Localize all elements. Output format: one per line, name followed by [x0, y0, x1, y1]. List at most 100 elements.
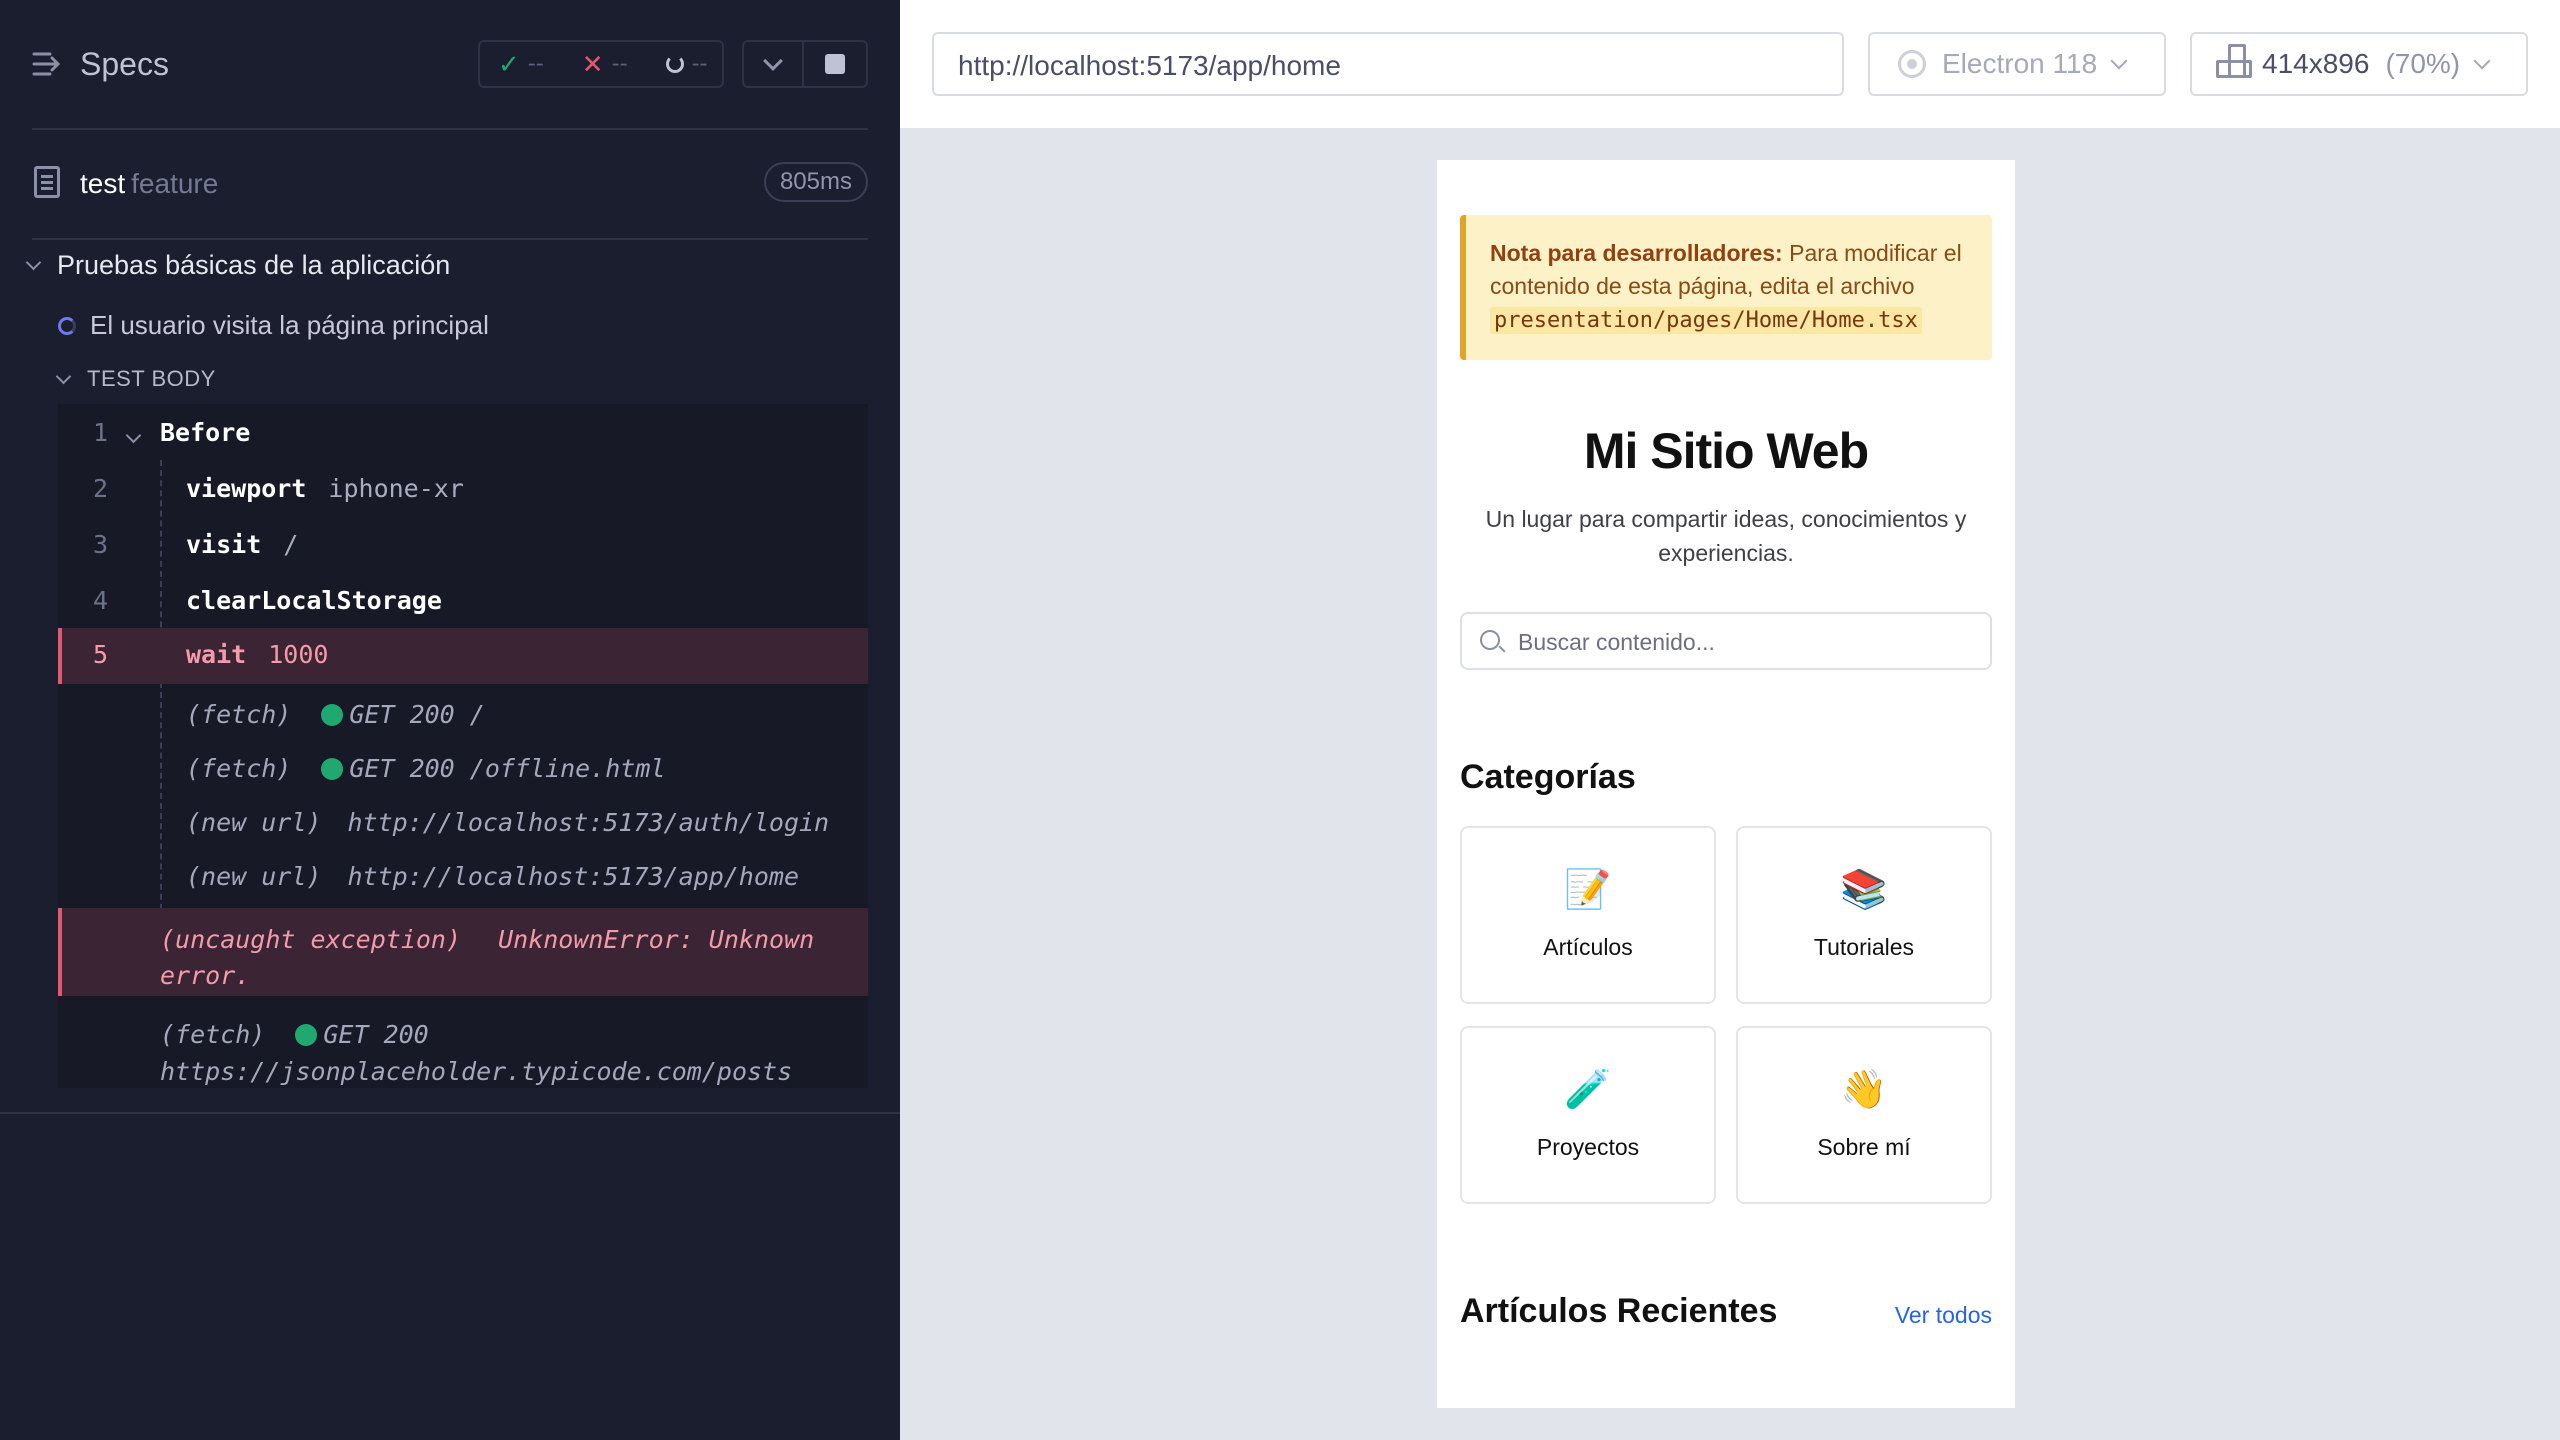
- chevron-down-icon: [763, 51, 783, 71]
- electron-icon: [1898, 50, 1926, 78]
- event-row[interactable]: (fetch) GET 200 /: [58, 700, 868, 740]
- command-row[interactable]: 1 Before: [58, 418, 868, 458]
- category-label: Artículos: [1543, 934, 1633, 960]
- viewport-selector[interactable]: 414x896 (70%): [2190, 32, 2528, 96]
- command-row[interactable]: 3 visit /: [58, 530, 868, 570]
- event-row[interactable]: (fetch) GET 200 /offline.html: [58, 754, 868, 794]
- status-dot-icon: [295, 1024, 318, 1046]
- category-label: Sobre mí: [1817, 1134, 1911, 1160]
- reporter-header: Specs ✓ -- ✕ -- --: [32, 32, 868, 96]
- category-card-proyectos[interactable]: 🧪 Proyectos: [1460, 1026, 1716, 1204]
- failed-count: --: [611, 50, 628, 77]
- stop-button[interactable]: [804, 40, 868, 88]
- recent-articles-heading: Artículos Recientes: [1460, 1292, 1778, 1330]
- x-icon: ✕: [581, 48, 604, 79]
- event-kind: (new url): [186, 808, 322, 837]
- command-row-active[interactable]: 5 wait 1000: [58, 628, 868, 684]
- command-number: 3: [92, 530, 108, 559]
- command-name: wait: [186, 640, 247, 669]
- collapse-button[interactable]: [742, 40, 804, 88]
- see-all-link[interactable]: Ver todos: [1895, 1302, 1992, 1329]
- event-url: https://jsonplaceholder.typicode.com/pos…: [160, 1057, 793, 1086]
- browser-selector[interactable]: Electron 118: [1868, 32, 2166, 96]
- event-row[interactable]: (fetch) GET 200 https://jsonplaceholder.t…: [58, 1008, 868, 1088]
- command-name: clearLocalStorage: [186, 586, 442, 615]
- app-under-test-area: http://localhost:5173/app/home Electron …: [900, 0, 2560, 1440]
- pending-stat: --: [665, 50, 708, 78]
- event-kind: (fetch): [160, 1020, 266, 1049]
- event-kind: (new url): [186, 862, 322, 891]
- suite-label: Pruebas básicas de la aplicación: [57, 250, 451, 280]
- ruler-icon: [2216, 44, 2252, 78]
- category-card-articulos[interactable]: 📝 Artículos: [1460, 826, 1716, 1004]
- check-icon: ✓: [498, 48, 520, 79]
- aut-toolbar: http://localhost:5173/app/home Electron …: [900, 0, 2560, 128]
- file-name: test: [80, 168, 126, 199]
- test-label: El usuario visita la página principal: [90, 310, 489, 340]
- test-body-toggle[interactable]: TEST BODY: [55, 366, 216, 392]
- command-number: 2: [92, 474, 108, 503]
- header-divider: [32, 128, 868, 130]
- event-text: http://localhost:5173/app/home: [347, 862, 800, 891]
- viewport-size: 414x896: [2262, 48, 2370, 79]
- url-bar[interactable]: http://localhost:5173/app/home: [932, 32, 1844, 96]
- spec-file-row[interactable]: test feature 805ms: [32, 156, 868, 212]
- stats-bar: ✓ -- ✕ -- --: [478, 40, 724, 88]
- developer-note: Nota para desarrolladores: Para modifica…: [1460, 215, 1992, 360]
- document-icon: [34, 166, 60, 198]
- command-name: visit: [186, 530, 262, 559]
- command-number: 4: [92, 586, 108, 615]
- duration-badge: 805ms: [763, 162, 868, 202]
- browser-label: Electron 118: [1942, 48, 2098, 79]
- suite-title[interactable]: Pruebas básicas de la aplicación: [25, 250, 451, 281]
- site-subtitle: Un lugar para compartir ideas, conocimie…: [1485, 506, 1967, 566]
- command-row[interactable]: 4 clearLocalStorage: [58, 586, 868, 626]
- file-ext: feature: [131, 168, 219, 199]
- chevron-down-icon: [55, 368, 72, 384]
- note-heading: Nota para desarrolladores:: [1490, 240, 1783, 266]
- category-card-sobre-mi[interactable]: 👋 Sobre mí: [1736, 1026, 1992, 1204]
- stop-icon: [825, 54, 845, 74]
- search-icon: [1480, 630, 1500, 650]
- event-text: GET 200 /offline.html: [349, 754, 666, 783]
- test-body-label: TEST BODY: [87, 366, 216, 391]
- uncaught-exception-row[interactable]: (uncaught exception) UnknownError: Unkno…: [58, 908, 868, 996]
- command-arg: /: [283, 530, 299, 559]
- file-divider: [32, 238, 868, 240]
- search-input[interactable]: [1518, 626, 1978, 658]
- chevron-down-icon: [2473, 52, 2491, 70]
- command-arg: 1000: [268, 640, 329, 669]
- command-number: 5: [92, 640, 108, 669]
- chevron-down-icon: [25, 254, 42, 271]
- event-kind: (fetch): [186, 700, 292, 729]
- memo-icon: 📝: [1564, 869, 1612, 911]
- chevron-down-icon: [125, 418, 142, 447]
- category-label: Proyectos: [1536, 1134, 1640, 1160]
- reporter-bottom-divider: [0, 1112, 900, 1114]
- specs-list-icon[interactable]: [32, 50, 64, 78]
- passed-stat: ✓ --: [498, 49, 544, 80]
- passed-count: --: [527, 50, 544, 77]
- event-row[interactable]: (new url) http://localhost:5173/auth/logi…: [58, 808, 868, 848]
- event-kind: (fetch): [186, 754, 292, 783]
- search-box[interactable]: [1460, 612, 1992, 670]
- specs-title[interactable]: Specs: [80, 46, 169, 83]
- event-text: GET 200 /: [349, 700, 485, 729]
- event-row[interactable]: (new url) http://localhost:5173/app/home: [58, 862, 868, 902]
- status-dot-icon: [321, 758, 344, 780]
- test-tube-icon: 🧪: [1564, 1069, 1612, 1111]
- command-name: viewport: [186, 474, 307, 503]
- test-title[interactable]: El usuario visita la página principal: [58, 310, 489, 341]
- viewport-zoom: (70%): [2385, 48, 2461, 79]
- command-row[interactable]: 2 viewport iphone-xr: [58, 474, 868, 514]
- failed-stat: ✕ --: [582, 49, 628, 80]
- waving-hand-icon: 👋: [1840, 1069, 1888, 1111]
- books-icon: 📚: [1840, 869, 1888, 911]
- category-card-tutoriales[interactable]: 📚 Tutoriales: [1736, 826, 1992, 1004]
- exception-text-cont: error.: [160, 961, 251, 990]
- app-viewport: Nota para desarrolladores: Para modifica…: [1437, 160, 2015, 1408]
- event-text: http://localhost:5173/auth/login: [347, 808, 830, 837]
- command-log: 1 Before 2 viewport iphone-xr 3 visit / 4 …: [58, 404, 868, 1088]
- category-label: Tutoriales: [1813, 934, 1915, 960]
- exception-text: UnknownError: Unknown: [498, 925, 815, 954]
